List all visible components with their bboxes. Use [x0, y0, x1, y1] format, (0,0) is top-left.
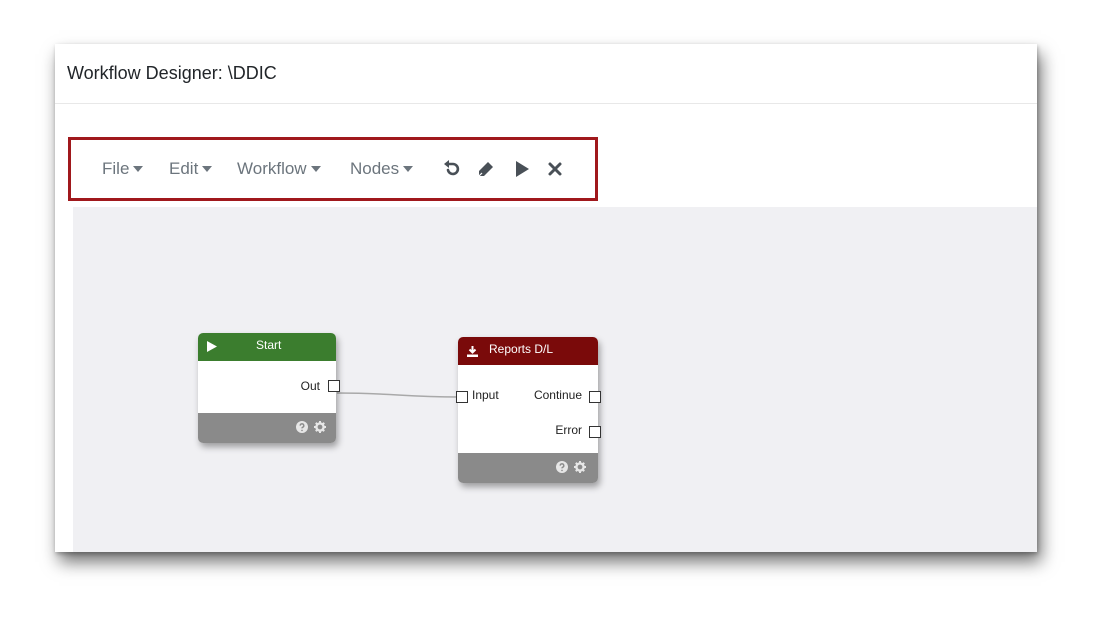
caret-down-icon: [202, 165, 213, 172]
undo-icon[interactable]: [442, 159, 462, 179]
port-label-input: Input: [472, 388, 499, 402]
workflow-canvas[interactable]: Start Out Reports D/L Input Continue Err…: [73, 207, 1037, 552]
play-icon[interactable]: [512, 159, 532, 179]
help-icon[interactable]: [556, 461, 568, 473]
node-start-footer: [198, 413, 336, 443]
node-start-title: Start: [256, 338, 282, 352]
port-out[interactable]: [328, 380, 340, 392]
port-input[interactable]: [456, 391, 468, 403]
menu-file[interactable]: File: [102, 140, 144, 198]
menu-edit[interactable]: Edit: [169, 140, 213, 198]
node-reports-dl[interactable]: Reports D/L Input Continue Error: [456, 337, 601, 483]
close-icon[interactable]: [545, 159, 565, 179]
toolbar: File Edit Workflow Nodes: [68, 137, 598, 201]
caret-down-icon: [133, 165, 144, 172]
gear-icon[interactable]: [314, 421, 326, 433]
menu-workflow[interactable]: Workflow: [237, 140, 321, 198]
menu-workflow-label: Workflow: [237, 159, 307, 178]
download-icon: [467, 346, 478, 357]
port-label-continue: Continue: [533, 388, 582, 402]
node-reports-footer: [458, 453, 598, 483]
title-bar: Workflow Designer: \DDIC: [55, 44, 1037, 104]
node-reports-header[interactable]: Reports D/L: [458, 337, 598, 365]
node-start-header[interactable]: Start: [198, 333, 336, 361]
node-start[interactable]: Start Out: [198, 333, 340, 443]
pencil-icon[interactable]: [476, 159, 496, 179]
window-title: Workflow Designer: \DDIC: [67, 63, 277, 83]
menu-file-label: File: [102, 159, 130, 178]
menu-nodes[interactable]: Nodes: [350, 140, 414, 198]
node-reports-title: Reports D/L: [489, 342, 554, 356]
menu-nodes-label: Nodes: [350, 159, 400, 178]
gear-icon[interactable]: [574, 461, 586, 473]
help-icon[interactable]: [296, 421, 308, 433]
port-label-out: Out: [300, 379, 320, 393]
node-start-body: Out: [198, 361, 340, 413]
workflow-designer-window: Workflow Designer: \DDIC File Edit Workf…: [55, 44, 1037, 552]
port-label-error: Error: [555, 423, 582, 437]
port-continue[interactable]: [589, 391, 601, 403]
port-error[interactable]: [589, 426, 601, 438]
caret-down-icon: [403, 165, 414, 172]
menu-edit-label: Edit: [169, 159, 199, 178]
node-reports-body: Input Continue Error: [456, 365, 601, 453]
play-icon: [207, 341, 217, 352]
caret-down-icon: [310, 165, 321, 172]
